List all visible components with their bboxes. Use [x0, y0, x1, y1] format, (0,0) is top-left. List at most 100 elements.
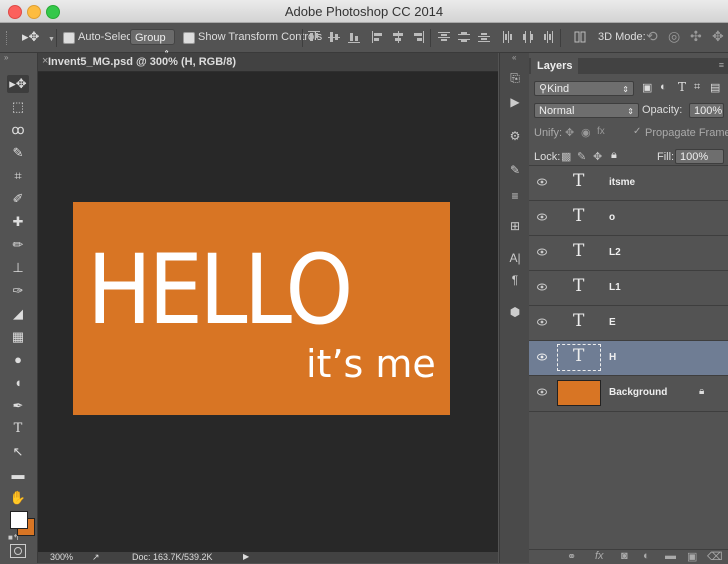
3d-orbit-icon[interactable]: ⟲: [646, 28, 658, 45]
lock-all-icon[interactable]: 🔒︎: [611, 149, 617, 162]
quick-select-tool-icon[interactable]: ✎: [7, 144, 29, 162]
visibility-eye-icon[interactable]: [537, 178, 547, 186]
filter-pixel-icon[interactable]: ▣: [642, 81, 652, 94]
collapse-dock-icon[interactable]: «: [512, 53, 516, 62]
filter-kind-dropdown[interactable]: ⚲Kind ⇕: [534, 81, 634, 96]
background-thumbnail[interactable]: [557, 380, 601, 406]
crop-tool-icon[interactable]: ⌗: [7, 167, 29, 185]
path-selection-tool-icon[interactable]: ↖: [7, 443, 29, 461]
filter-smart-object-icon[interactable]: ▤: [710, 81, 720, 94]
eraser-tool-icon[interactable]: ◢: [7, 305, 29, 323]
distribute-top-icon[interactable]: [438, 31, 450, 43]
align-vcenter-icon[interactable]: [328, 31, 340, 43]
chevron-down-icon[interactable]: ▼: [48, 36, 55, 43]
filter-shape-icon[interactable]: ⌗: [694, 81, 700, 94]
distribute-hcenter-icon[interactable]: [522, 31, 534, 43]
3d-roll-icon[interactable]: ◎: [668, 28, 680, 45]
new-group-icon[interactable]: ▬: [665, 550, 676, 562]
visibility-eye-icon[interactable]: [537, 388, 547, 396]
options-grip[interactable]: [6, 31, 13, 45]
paragraph-panel-icon[interactable]: ¶: [507, 273, 523, 287]
visibility-eye-icon[interactable]: [537, 353, 547, 361]
3d-panel-icon[interactable]: ⬢: [507, 305, 523, 319]
eyedropper-tool-icon[interactable]: ✐: [7, 190, 29, 208]
auto-select-dropdown[interactable]: Group⇕: [130, 29, 175, 58]
trash-icon[interactable]: ⌫: [707, 550, 723, 563]
align-hcenter-icon[interactable]: [392, 31, 404, 43]
unify-visibility-icon[interactable]: ◉: [581, 126, 591, 139]
fill-field[interactable]: 100%: [675, 149, 724, 164]
new-layer-icon[interactable]: ▣: [687, 550, 697, 563]
distribute-left-icon[interactable]: [502, 31, 514, 43]
layer-style-icon[interactable]: fx: [595, 550, 604, 562]
move-tool-preset-icon[interactable]: ▸✥: [22, 29, 39, 45]
filter-adjustment-icon[interactable]: ◐: [660, 81, 667, 93]
layer-row[interactable]: T L1: [529, 270, 728, 306]
quick-mask-icon[interactable]: [10, 544, 26, 558]
3d-slide-icon[interactable]: ✥: [712, 28, 724, 45]
visibility-eye-icon[interactable]: [537, 248, 547, 256]
visibility-eye-icon[interactable]: [537, 213, 547, 221]
document-canvas[interactable]: HELLO it’s me: [73, 202, 450, 415]
opacity-field[interactable]: 100%: [689, 103, 724, 118]
visibility-eye-icon[interactable]: [537, 283, 547, 291]
gradient-tool-icon[interactable]: ▦: [7, 328, 29, 346]
layer-row[interactable]: T E: [529, 305, 728, 341]
align-top-icon[interactable]: [308, 31, 320, 43]
collapse-arrows-icon[interactable]: »: [4, 53, 8, 62]
zoom-level[interactable]: 300%: [50, 552, 73, 562]
layers-tab[interactable]: Layers: [531, 58, 579, 74]
link-layers-icon[interactable]: ⚭: [567, 550, 576, 563]
lock-position-icon[interactable]: ✥: [593, 150, 602, 163]
panel-menu-icon[interactable]: ≡: [719, 60, 724, 70]
properties-panel-icon[interactable]: ⚙: [507, 129, 523, 143]
actions-panel-icon[interactable]: ▶: [507, 95, 523, 109]
filter-type-icon[interactable]: T: [678, 80, 686, 94]
lock-transparent-icon[interactable]: ▩: [561, 150, 571, 163]
dodge-tool-icon[interactable]: ◖: [7, 374, 29, 392]
auto-select-checkbox[interactable]: [63, 32, 75, 44]
canvas-area[interactable]: HELLO it’s me: [38, 72, 498, 552]
document-tab[interactable]: × Invent5_MG.psd @ 300% (H, RGB/8): [38, 53, 498, 72]
align-right-icon[interactable]: [412, 31, 424, 43]
clone-source-icon[interactable]: ⊞: [507, 219, 523, 233]
add-mask-icon[interactable]: ◙: [621, 550, 628, 562]
history-panel-icon[interactable]: ⎘: [507, 71, 523, 85]
align-left-icon[interactable]: [372, 31, 384, 43]
share-icon[interactable]: ↗: [92, 552, 100, 563]
distribute-vcenter-icon[interactable]: [458, 31, 470, 43]
hand-tool-icon[interactable]: ✋: [7, 489, 29, 507]
healing-brush-tool-icon[interactable]: ✚: [7, 213, 29, 231]
adjustment-layer-icon[interactable]: ◐: [643, 550, 650, 562]
propagate-checkbox[interactable]: ✓: [633, 126, 641, 137]
3d-drag-icon[interactable]: ✣: [690, 28, 702, 45]
history-brush-tool-icon[interactable]: ✑: [7, 282, 29, 300]
blur-tool-icon[interactable]: ●: [7, 351, 29, 369]
pen-tool-icon[interactable]: ✒: [7, 397, 29, 415]
layer-row[interactable]: T o: [529, 200, 728, 236]
layer-row-background[interactable]: Background 🔒︎: [529, 375, 728, 412]
distribute-right-icon[interactable]: [542, 31, 554, 43]
align-bottom-icon[interactable]: [348, 31, 360, 43]
auto-align-layers-icon[interactable]: [574, 31, 586, 43]
type-tool-icon[interactable]: T: [7, 420, 29, 438]
blend-mode-dropdown[interactable]: Normal ⇕: [534, 103, 639, 118]
status-menu-arrow-icon[interactable]: ▶: [243, 552, 249, 561]
brush-tool-icon[interactable]: ✏: [7, 236, 29, 254]
brush-panel-icon[interactable]: ✎: [507, 163, 523, 177]
layer-row[interactable]: T L2: [529, 235, 728, 271]
lock-image-icon[interactable]: ✎: [577, 150, 586, 163]
layer-row-selected[interactable]: T H: [529, 340, 728, 376]
marquee-tool-icon[interactable]: ⬚: [7, 98, 29, 116]
layer-row[interactable]: T itsme: [529, 165, 728, 201]
visibility-eye-icon[interactable]: [537, 318, 547, 326]
unify-position-icon[interactable]: ✥: [565, 126, 574, 139]
unify-style-icon[interactable]: fx: [597, 126, 605, 137]
character-panel-icon[interactable]: A|: [507, 251, 523, 265]
move-tool-icon[interactable]: ▸✥: [7, 75, 29, 93]
show-transform-checkbox[interactable]: [183, 32, 195, 44]
lasso-tool-icon[interactable]: ꝏ: [7, 121, 29, 139]
brush-presets-icon[interactable]: ≡: [507, 189, 523, 203]
clone-stamp-tool-icon[interactable]: ⊥: [7, 259, 29, 277]
distribute-bottom-icon[interactable]: [478, 31, 490, 43]
